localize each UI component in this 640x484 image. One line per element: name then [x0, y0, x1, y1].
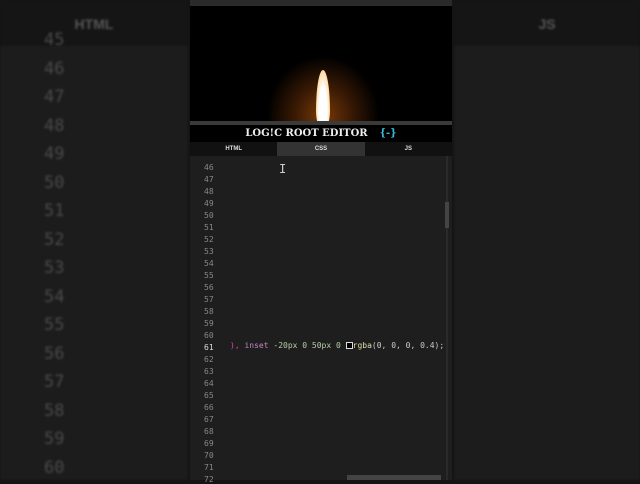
background-line-number: 49 — [44, 144, 65, 164]
line-number: 69 — [204, 439, 214, 448]
code-function: rgba — [352, 341, 372, 350]
line-number: 68 — [204, 427, 214, 436]
line-number: 53 — [204, 247, 214, 256]
background-line-number: 53 — [44, 258, 65, 278]
line-number: 49 — [204, 199, 214, 208]
background-line-number: 46 — [44, 58, 65, 79]
candle-flame — [316, 70, 330, 128]
background-line-number: 50 — [44, 172, 65, 193]
background-line-number: 52 — [44, 229, 65, 250]
background-line-number: 58 — [44, 400, 65, 421]
line-number: 51 — [204, 223, 214, 232]
background-line-number: 48 — [44, 115, 65, 136]
line-number: 52 — [204, 235, 214, 244]
tab-bar: HTML CSS JS — [190, 142, 452, 156]
background-line-number: 47 — [44, 87, 65, 107]
color-swatch[interactable] — [345, 342, 353, 349]
line-number: 58 — [204, 307, 214, 316]
code-paren: ), — [230, 341, 240, 350]
background-line-number: 54 — [44, 286, 65, 307]
line-number: 60 — [204, 331, 214, 340]
line-number: 62 — [204, 355, 214, 364]
line-number: 48 — [204, 187, 214, 196]
line-number: 55 — [204, 271, 214, 280]
code-values: -20px 0 50px 0 — [273, 341, 341, 350]
line-number: 61 — [204, 343, 214, 352]
background-line-number: 56 — [44, 343, 65, 364]
app-title: LOG!C ROOT EDITOR — [245, 128, 368, 139]
logo-braces-icon: {-} — [379, 128, 397, 139]
line-number: 50 — [204, 211, 214, 220]
line-number: 71 — [204, 463, 214, 472]
line-number: 56 — [204, 283, 214, 292]
vertical-scroll-thumb[interactable] — [445, 202, 449, 228]
title-bar: LOG!C ROOT EDITOR {-} — [190, 125, 452, 142]
line-number: 70 — [204, 451, 214, 460]
background-line-number: 59 — [44, 429, 65, 449]
line-number: 46 — [204, 163, 214, 172]
code-args: (0, 0, 0, 0.4); — [371, 341, 445, 350]
text-cursor-icon: I — [279, 162, 287, 176]
line-number: 57 — [204, 295, 214, 304]
background-line-number: 60 — [44, 457, 65, 478]
background-html-panel: HTML 45 46 47 48 49 50 51 52 53 54 55 56 57 58 59 60 — [0, 0, 188, 480]
code-line-61[interactable]: ), inset -20px 0 50px 0 rgba(0, 0, 0, 0.… — [230, 341, 444, 350]
line-number: 63 — [204, 367, 214, 376]
line-number: 47 — [204, 175, 214, 184]
preview-pane — [190, 0, 452, 128]
line-number: 65 — [204, 391, 214, 400]
line-number: 66 — [204, 403, 214, 412]
css-code-editor[interactable]: 46 47 48 49 50 51 52 53 54 55 56 57 58 59 60 61 62 63 64 65… — [190, 156, 452, 484]
tab-css[interactable]: CSS — [277, 142, 365, 156]
tab-js[interactable]: JS — [365, 142, 452, 156]
line-number: 59 — [204, 319, 214, 328]
background-line-number: 55 — [44, 315, 65, 335]
background-js-panel: JS — [454, 0, 640, 480]
code-keyword: inset — [244, 341, 269, 350]
editor-app: LOG!C ROOT EDITOR {-} HTML CSS JS 46 47 48 4… — [190, 0, 452, 484]
background-line-number: 51 — [44, 201, 65, 221]
background-html-tab: HTML — [0, 0, 188, 46]
line-number: 67 — [204, 415, 214, 424]
line-number: 64 — [204, 379, 214, 388]
background-line-number: 45 — [44, 30, 65, 50]
line-number: 54 — [204, 259, 214, 268]
horizontal-scroll-thumb[interactable] — [347, 475, 441, 480]
background-js-tab: JS — [454, 0, 640, 46]
background-line-number: 57 — [44, 372, 65, 392]
tab-html[interactable]: HTML — [190, 142, 277, 156]
